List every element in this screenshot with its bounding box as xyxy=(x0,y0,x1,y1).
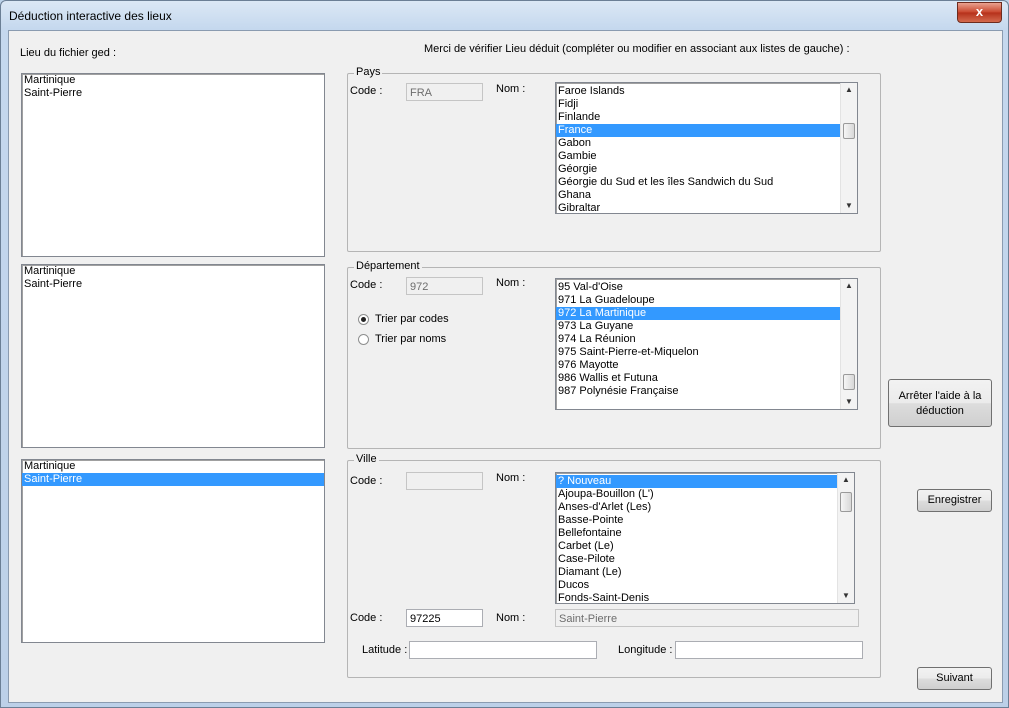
list-item[interactable]: Géorgie du Sud et les îles Sandwich du S… xyxy=(556,176,857,189)
list-item[interactable]: Saint-Pierre xyxy=(22,87,324,100)
list-item[interactable]: Martinique xyxy=(22,460,324,473)
sort-by-codes-radio[interactable] xyxy=(358,314,369,325)
stop-help-button[interactable]: Arrêter l'aide à la déduction xyxy=(888,379,992,427)
instructions-text: Merci de vérifier Lieu déduit (compléter… xyxy=(424,43,850,55)
pays-group: Pays Code : FRA Nom : Faroe Islands Fidji… xyxy=(347,66,881,252)
ville-code-field-top[interactable] xyxy=(406,472,483,490)
ville-nom-label: Nom : xyxy=(496,472,526,484)
pays-code-label: Code : xyxy=(350,85,383,97)
list-item[interactable]: Basse-Pointe xyxy=(556,514,854,527)
pays-nom-label: Nom : xyxy=(496,83,526,95)
list-item[interactable]: 975 Saint-Pierre-et-Miquelon xyxy=(556,346,857,359)
ville-code-label-2: Code : xyxy=(350,612,383,624)
ville-group: Ville Code : Nom : ? Nouveau Ajoupa-Bouil… xyxy=(347,453,881,678)
departement-group: Département Code : 972 Nom : Trier par c… xyxy=(347,260,881,449)
latitude-label: Latitude : xyxy=(362,644,408,656)
sort-by-codes-label[interactable]: Trier par codes xyxy=(375,313,449,325)
list-item[interactable]: Ducos xyxy=(556,579,854,592)
list-item[interactable]: Saint-Pierre xyxy=(22,278,324,291)
list-item[interactable]: France xyxy=(556,124,857,137)
dialog-window: Déduction interactive des lieux x Lieu d… xyxy=(0,0,1009,708)
list-item[interactable]: Fidji xyxy=(556,98,857,111)
list-item[interactable]: 972 La Martinique xyxy=(556,307,857,320)
list-item[interactable]: 974 La Réunion xyxy=(556,333,857,346)
pays-list-scrollbar[interactable]: ▲ ▼ xyxy=(840,83,857,213)
departement-nom-label: Nom : xyxy=(496,277,526,289)
sort-by-names-radio[interactable] xyxy=(358,334,369,345)
list-item[interactable]: Case-Pilote xyxy=(556,553,854,566)
list-item[interactable]: 973 La Guyane xyxy=(556,320,857,333)
save-button[interactable]: Enregistrer xyxy=(917,489,992,512)
list-item[interactable]: Anses-d'Arlet (Les) xyxy=(556,501,854,514)
ville-list[interactable]: ? Nouveau Ajoupa-Bouillon (L') Anses-d'Arl… xyxy=(555,472,855,604)
list-item[interactable]: Martinique xyxy=(22,74,324,87)
ville-nom-field[interactable]: Saint-Pierre xyxy=(555,609,859,627)
list-item[interactable]: 95 Val-d'Oise xyxy=(556,281,857,294)
scroll-thumb[interactable] xyxy=(843,374,855,390)
list-item[interactable]: Martinique xyxy=(22,265,324,278)
list-item[interactable]: Gibraltar xyxy=(556,202,857,213)
list-item[interactable]: Faroe Islands xyxy=(556,85,857,98)
dialog-client-area: Lieu du fichier ged : Martinique Saint-Pi… xyxy=(8,30,1003,703)
next-button[interactable]: Suivant xyxy=(917,667,992,690)
longitude-field[interactable] xyxy=(675,641,863,659)
list-item[interactable]: Finlande xyxy=(556,111,857,124)
scroll-up-icon[interactable]: ▲ xyxy=(838,473,854,487)
departement-code-label: Code : xyxy=(350,279,383,291)
scroll-up-icon[interactable]: ▲ xyxy=(841,279,857,293)
list-item[interactable]: 986 Wallis et Futuna xyxy=(556,372,857,385)
list-item[interactable]: Diamant (Le) xyxy=(556,566,854,579)
window-title: Déduction interactive des lieux xyxy=(9,9,172,23)
list-item[interactable]: ? Nouveau xyxy=(556,475,854,488)
departement-list-scrollbar[interactable]: ▲ ▼ xyxy=(840,279,857,409)
list-item[interactable]: Gabon xyxy=(556,137,857,150)
list-item[interactable]: Gambie xyxy=(556,150,857,163)
pays-code-field[interactable]: FRA xyxy=(406,83,483,101)
list-item[interactable]: Géorgie xyxy=(556,163,857,176)
pays-group-title: Pays xyxy=(354,66,383,78)
ged-list-3[interactable]: Martinique Saint-Pierre xyxy=(21,459,325,643)
ville-nom-label-2: Nom : xyxy=(496,612,526,624)
pays-list[interactable]: Faroe Islands Fidji Finlande France Gabon Gam… xyxy=(555,82,858,214)
list-item[interactable]: Ghana xyxy=(556,189,857,202)
ged-list-2[interactable]: Martinique Saint-Pierre xyxy=(21,264,325,448)
list-item[interactable]: Bellefontaine xyxy=(556,527,854,540)
ville-group-title: Ville xyxy=(354,453,379,465)
list-item[interactable]: Ajoupa-Bouillon (L') xyxy=(556,488,854,501)
scroll-down-icon[interactable]: ▼ xyxy=(841,395,857,409)
ville-list-scrollbar[interactable]: ▲ ▼ xyxy=(837,473,854,603)
departement-list[interactable]: 95 Val-d'Oise 971 La Guadeloupe 972 La Mar… xyxy=(555,278,858,410)
list-item[interactable]: 987 Polynésie Française xyxy=(556,385,857,398)
list-item[interactable]: 976 Mayotte xyxy=(556,359,857,372)
departement-group-title: Département xyxy=(354,260,422,272)
ged-list-1[interactable]: Martinique Saint-Pierre xyxy=(21,73,325,257)
ville-code-label: Code : xyxy=(350,475,383,487)
close-icon: x xyxy=(975,4,984,19)
scroll-thumb[interactable] xyxy=(843,123,855,139)
scroll-down-icon[interactable]: ▼ xyxy=(838,589,854,603)
list-item[interactable]: Carbet (Le) xyxy=(556,540,854,553)
sort-by-names-label[interactable]: Trier par noms xyxy=(375,333,446,345)
close-button[interactable]: x xyxy=(957,2,1002,23)
list-item[interactable]: Saint-Pierre xyxy=(22,473,324,486)
scroll-thumb[interactable] xyxy=(840,492,852,512)
list-item[interactable]: 971 La Guadeloupe xyxy=(556,294,857,307)
departement-code-field[interactable]: 972 xyxy=(406,277,483,295)
ville-code-field[interactable]: 97225 xyxy=(406,609,483,627)
list-item[interactable]: Fonds-Saint-Denis xyxy=(556,592,854,603)
scroll-down-icon[interactable]: ▼ xyxy=(841,199,857,213)
ged-place-heading: Lieu du fichier ged : xyxy=(20,47,117,59)
latitude-field[interactable] xyxy=(409,641,597,659)
scroll-up-icon[interactable]: ▲ xyxy=(841,83,857,97)
longitude-label: Longitude : xyxy=(618,644,673,656)
title-bar[interactable]: Déduction interactive des lieux x xyxy=(1,1,1008,31)
